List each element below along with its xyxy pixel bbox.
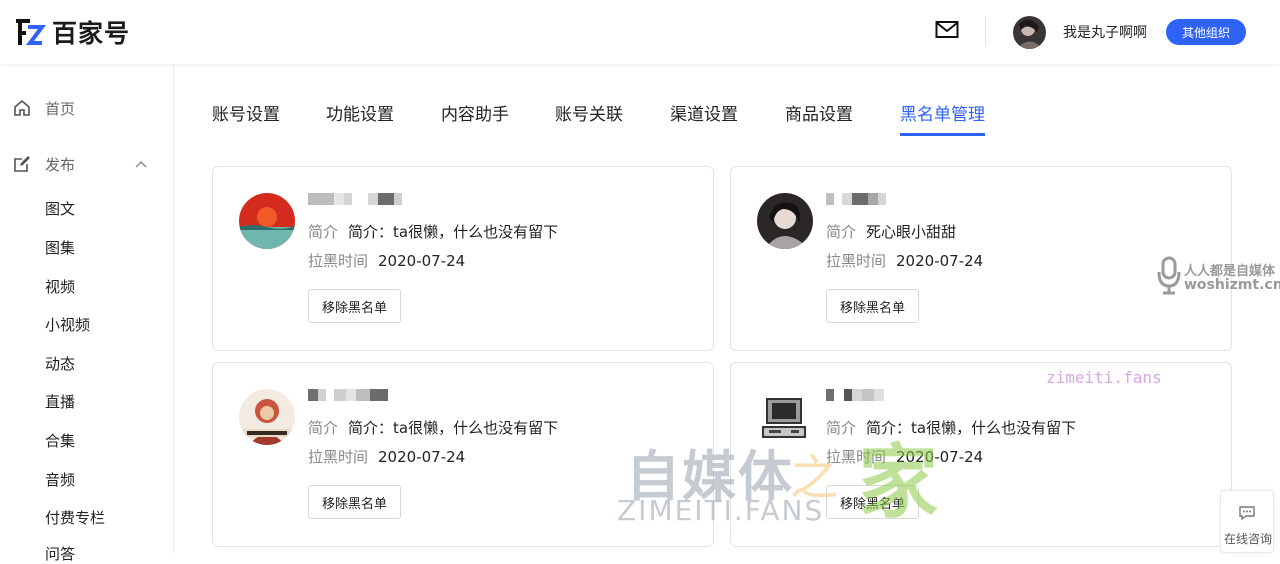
logo-text: 百家号 bbox=[52, 19, 131, 48]
intro-row: 简介 简介：ta很懒，什么也没有留下 bbox=[308, 221, 558, 242]
sidebar-item-label: 发布 bbox=[45, 155, 76, 174]
sidebar-item-home[interactable]: 首页 bbox=[0, 90, 173, 126]
blocked-user-name-redacted bbox=[308, 389, 388, 403]
microphone-icon bbox=[1157, 256, 1181, 295]
logo[interactable]: 百家号 bbox=[14, 16, 130, 48]
blacklist-card: 简介 简介：ta很懒，什么也没有留下 拉黑时间 2020-07-24 移除黑名单 bbox=[212, 166, 714, 351]
intro-label: 简介 bbox=[826, 223, 857, 241]
time-row: 拉黑时间 2020-07-24 bbox=[308, 250, 465, 271]
sidebar-subitem-image-text[interactable]: 图文 bbox=[45, 198, 75, 219]
watermark-jia: 家 bbox=[858, 436, 938, 529]
tab-channel-settings[interactable]: 渠道设置 bbox=[670, 100, 738, 133]
online-consult-button[interactable]: 在线咨询 bbox=[1220, 490, 1274, 553]
sidebar-subitem-live[interactable]: 直播 bbox=[45, 391, 75, 412]
remove-blacklist-button[interactable]: 移除黑名单 bbox=[308, 289, 401, 323]
watermark-text: woshizmt.cn bbox=[1184, 277, 1280, 293]
intro-label: 简介 bbox=[308, 223, 339, 241]
chevron-up-icon[interactable] bbox=[135, 160, 147, 168]
blocked-user-avatar bbox=[239, 193, 295, 249]
intro-row: 简介 简介：ta很懒，什么也没有留下 bbox=[308, 417, 558, 438]
blocked-user-name-redacted bbox=[826, 193, 886, 207]
tab-account-link[interactable]: 账号关联 bbox=[555, 100, 623, 133]
sidebar-subitem-collection[interactable]: 合集 bbox=[45, 430, 75, 451]
intro-row: 简介 死心眼小甜甜 bbox=[826, 221, 956, 242]
sidebar-subitem-qa[interactable]: 问答 bbox=[45, 543, 75, 564]
blocked-user-avatar bbox=[239, 389, 295, 445]
time-value: 2020-07-24 bbox=[378, 448, 466, 466]
watermark-subtext: ZIMEITI.FANS bbox=[617, 494, 825, 527]
username[interactable]: 我是丸子啊啊 bbox=[1063, 22, 1147, 42]
sidebar-subitem-short-video[interactable]: 小视频 bbox=[45, 314, 90, 335]
remove-blacklist-button[interactable]: 移除黑名单 bbox=[308, 485, 401, 519]
time-label: 拉黑时间 bbox=[826, 252, 887, 270]
top-header: 百家号 我是丸子啊啊 其他组织 bbox=[0, 0, 1280, 64]
blocked-user-name-redacted bbox=[308, 193, 402, 207]
intro-label: 简介 bbox=[826, 419, 857, 437]
edit-icon bbox=[14, 156, 30, 172]
intro-label: 简介 bbox=[308, 419, 339, 437]
intro-value: 简介：ta很懒，什么也没有留下 bbox=[348, 223, 559, 241]
sidebar-subitem-audio[interactable]: 音频 bbox=[45, 469, 75, 490]
remove-blacklist-button[interactable]: 移除黑名单 bbox=[826, 289, 919, 323]
time-label: 拉黑时间 bbox=[308, 252, 369, 270]
baijiahao-logo-icon bbox=[16, 19, 46, 45]
home-icon bbox=[14, 99, 30, 116]
chat-bubble-icon bbox=[1239, 506, 1255, 521]
sidebar-item-label: 首页 bbox=[45, 99, 76, 118]
time-label: 拉黑时间 bbox=[308, 448, 369, 466]
watermark-fans: zimeiti.fans bbox=[1046, 368, 1162, 387]
intro-value: 死心眼小甜甜 bbox=[866, 223, 957, 241]
tab-content-assistant[interactable]: 内容助手 bbox=[441, 100, 509, 133]
mail-icon[interactable] bbox=[935, 20, 959, 40]
sidebar: 首页 发布 图文 图集 视频 小视频 动态 直播 合集 音频 付费专栏 问答 bbox=[0, 64, 174, 563]
blocked-user-avatar bbox=[757, 193, 813, 249]
tab-feature-settings[interactable]: 功能设置 bbox=[326, 100, 394, 133]
user-avatar[interactable] bbox=[1013, 16, 1046, 49]
blocked-user-name-redacted bbox=[826, 389, 884, 403]
time-value: 2020-07-24 bbox=[896, 252, 984, 270]
sidebar-item-publish[interactable]: 发布 bbox=[0, 146, 173, 182]
time-value: 2020-07-24 bbox=[378, 252, 466, 270]
time-row: 拉黑时间 2020-07-24 bbox=[308, 446, 465, 467]
time-row: 拉黑时间 2020-07-24 bbox=[826, 250, 983, 271]
other-org-button[interactable]: 其他组织 bbox=[1166, 19, 1246, 45]
online-consult-label: 在线咨询 bbox=[1223, 532, 1272, 546]
sidebar-subitem-moments[interactable]: 动态 bbox=[45, 353, 75, 374]
intro-value: 简介：ta很懒，什么也没有留下 bbox=[348, 419, 559, 437]
tab-account-settings[interactable]: 账号设置 bbox=[212, 100, 280, 133]
sidebar-subitem-video[interactable]: 视频 bbox=[45, 276, 75, 297]
sidebar-subitem-paid-column[interactable]: 付费专栏 bbox=[45, 507, 105, 528]
tab-blacklist[interactable]: 黑名单管理 bbox=[900, 100, 985, 136]
sidebar-subitem-gallery[interactable]: 图集 bbox=[45, 237, 75, 258]
watermark-woshizmt: 人人都是自媒体 woshizmt.cn bbox=[1156, 256, 1280, 296]
tab-product-settings[interactable]: 商品设置 bbox=[785, 100, 853, 133]
header-divider bbox=[985, 16, 986, 46]
